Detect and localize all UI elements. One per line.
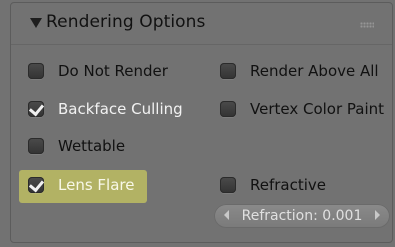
increment-arrow-icon[interactable] [375,210,380,220]
checkbox-backface-culling[interactable] [28,101,44,117]
option-do-not-render[interactable]: Do Not Render [28,58,168,84]
option-wettable[interactable]: Wettable [28,133,125,159]
checkbox-wettable[interactable] [28,138,44,154]
label-vertex-color-paint: Vertex Color Paint [250,100,385,118]
label-do-not-render: Do Not Render [58,62,168,80]
option-vertex-color-paint[interactable]: Vertex Color Paint [220,96,384,122]
option-backface-culling[interactable]: Backface Culling [28,96,183,122]
checkbox-do-not-render[interactable] [28,63,44,79]
label-lens-flare: Lens Flare [58,176,135,194]
decrement-arrow-icon[interactable] [224,210,229,220]
collapse-triangle-icon[interactable] [30,18,42,28]
label-backface-culling: Backface Culling [58,100,183,118]
label-wettable: Wettable [58,137,126,155]
label-render-above-all: Render Above All [250,62,379,80]
option-lens-flare[interactable]: Lens Flare [28,172,134,198]
refraction-value: Refraction: 0.001 [241,208,363,224]
checkbox-lens-flare[interactable] [28,177,44,193]
checkbox-refractive[interactable] [220,177,236,193]
panel-title: Rendering Options [46,12,206,32]
label-refractive: Refractive [250,176,327,194]
checkbox-render-above-all[interactable] [220,63,236,79]
refraction-number-field[interactable]: Refraction: 0.001 [214,204,390,228]
drag-grip-icon[interactable] [360,22,374,28]
option-refractive[interactable]: Refractive [220,172,326,198]
checkbox-vertex-color-paint[interactable] [220,101,236,117]
panel-header[interactable]: Rendering Options [11,3,392,45]
option-render-above-all[interactable]: Render Above All [220,58,379,84]
rendering-options-panel: Rendering Options Do Not Render Backface… [0,0,395,247]
